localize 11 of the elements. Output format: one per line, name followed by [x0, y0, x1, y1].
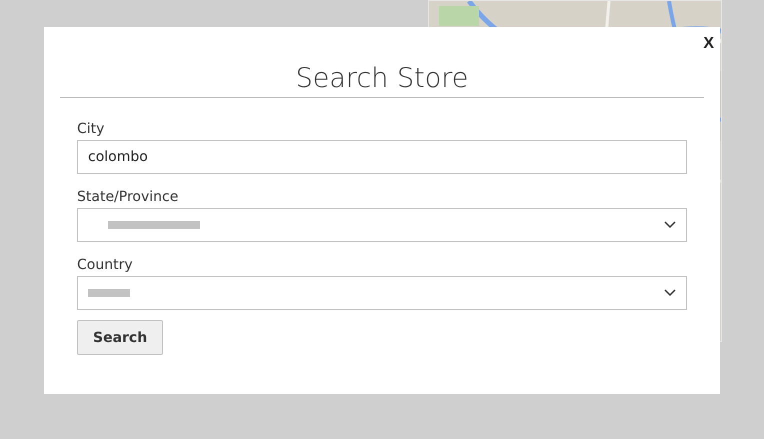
select-field[interactable] — [77, 208, 687, 242]
search-button[interactable]: Search — [77, 320, 164, 355]
input-field[interactable]: colombo — [77, 140, 687, 174]
chevron-down-icon — [664, 221, 676, 229]
dialog-title: Search Store — [60, 63, 704, 98]
select-field[interactable] — [77, 276, 687, 310]
close-button[interactable]: X — [703, 35, 714, 53]
field-label: Country — [77, 256, 134, 274]
field-label: City — [77, 120, 106, 138]
chevron-down-icon — [664, 289, 676, 297]
field-label: State/Province — [77, 188, 180, 206]
